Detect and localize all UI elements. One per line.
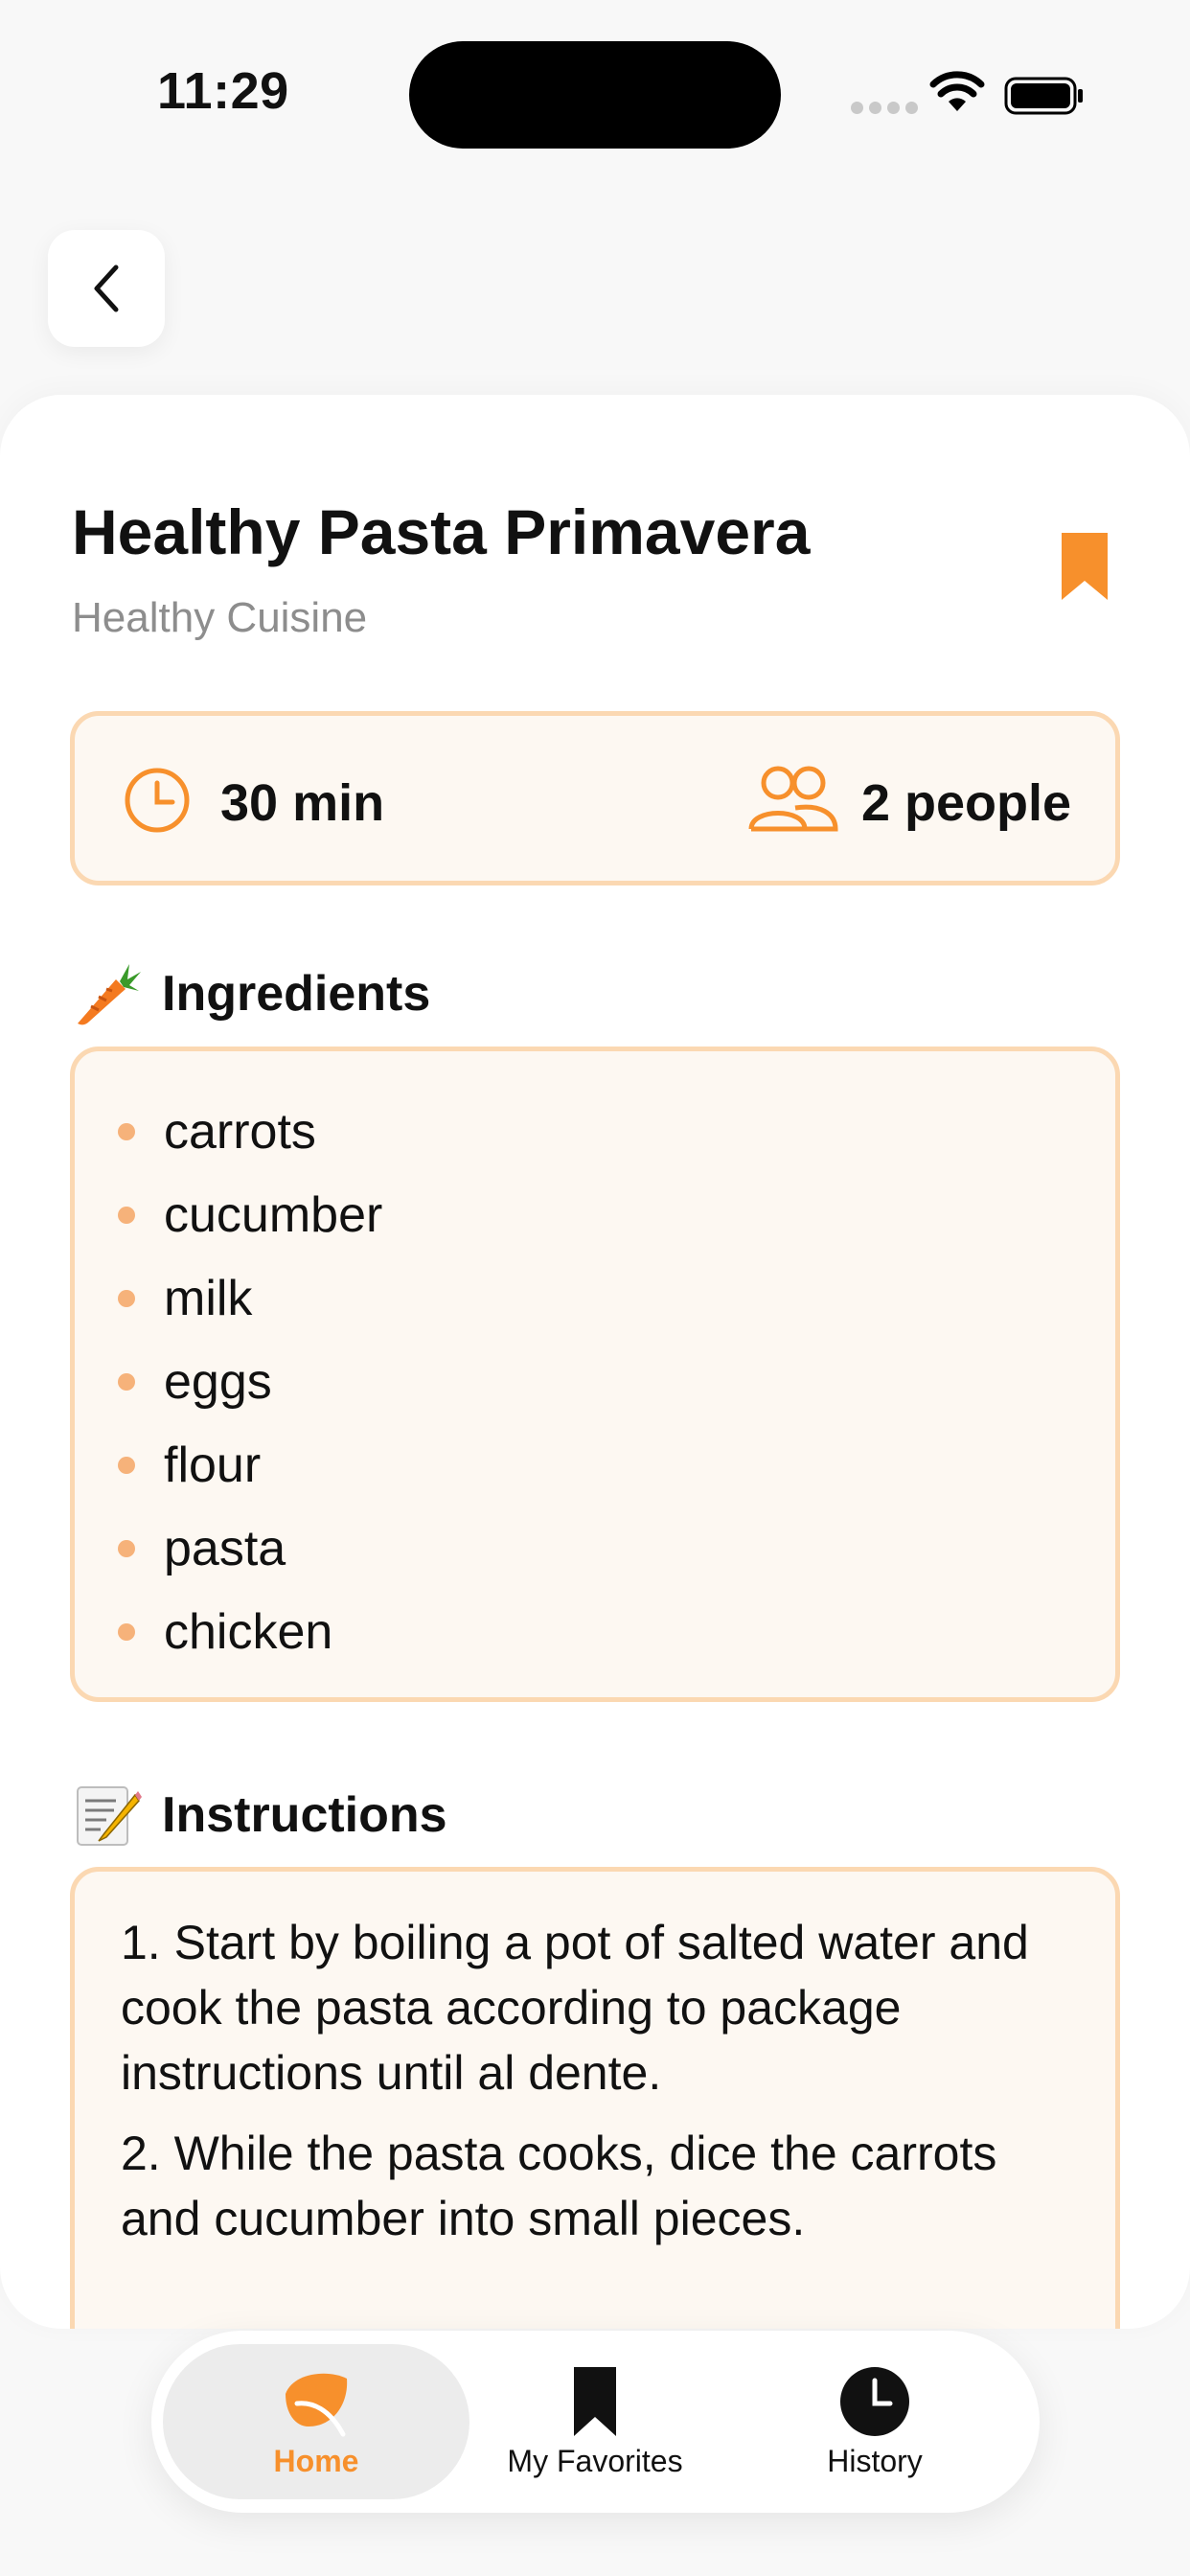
instruction-step: 1. Start by boiling a pot of salted wate… <box>121 1916 1029 2100</box>
bookmark-icon[interactable] <box>1054 529 1115 606</box>
instructions-list: 1. Start by boiling a pot of salted wate… <box>121 1910 1088 2266</box>
bullet-dot <box>118 1456 135 1474</box>
ingredients-box: carrots cucumber milk eggs flour pasta c… <box>70 1046 1120 1702</box>
bullet-dot <box>118 1122 135 1140</box>
recipe-cuisine: Healthy Cuisine <box>72 594 368 641</box>
tab-home[interactable]: Home <box>163 2344 469 2499</box>
instructions-heading: Instructions <box>72 1780 447 1851</box>
bullet-dot <box>118 1539 135 1557</box>
bottom-tab-bar: Home My Favorites History <box>151 2331 1040 2513</box>
instructions-box[interactable]: 1. Start by boiling a pot of salted wate… <box>70 1867 1120 2329</box>
servings: 2 people <box>860 774 1071 832</box>
ingredient-label: pasta <box>164 1520 286 1576</box>
ingredients-heading: Ingredients <box>72 958 430 1029</box>
tab-history[interactable]: History <box>721 2344 1028 2499</box>
clock-icon <box>840 2366 909 2436</box>
list-item: eggs <box>118 1340 382 1423</box>
bullet-dot <box>118 1289 135 1307</box>
carrot-emoji-icon <box>78 964 141 1025</box>
status-time: 11:29 <box>157 62 289 120</box>
people-icon <box>748 766 838 832</box>
battery-icon <box>1004 77 1083 115</box>
ingredient-label: chicken <box>164 1603 333 1660</box>
wifi-icon <box>929 71 985 111</box>
recipe-detail-screen: 11:29 Healthy Pasta Primavera Healthy Cu… <box>0 0 1190 2576</box>
tab-my-favorites[interactable]: My Favorites <box>442 2344 748 2499</box>
list-item: cucumber <box>118 1173 382 1256</box>
list-item: chicken <box>118 1590 382 1673</box>
bullet-dot <box>118 1372 135 1391</box>
clock-icon <box>125 768 190 833</box>
ingredient-label: milk <box>164 1270 253 1326</box>
bullet-dot <box>118 1622 135 1641</box>
ingredient-label: cucumber <box>164 1186 383 1243</box>
cellular-signal-icon <box>851 102 918 114</box>
instruction-step: 2. While the pasta cooks, dice the carro… <box>121 2127 997 2245</box>
list-item: flour <box>118 1423 382 1506</box>
chevron-left-icon <box>94 264 119 312</box>
list-item: milk <box>118 1256 382 1340</box>
recipe-title: Healthy Pasta Primavera <box>72 496 811 567</box>
tab-home-label: Home <box>273 2443 359 2478</box>
back-button[interactable] <box>48 230 165 347</box>
dynamic-island <box>409 41 781 149</box>
list-item: pasta <box>118 1506 382 1590</box>
list-item: carrots <box>118 1090 382 1173</box>
recipe-info-box: 30 min 2 people <box>70 711 1120 886</box>
tab-my-favorites-label: My Favorites <box>507 2443 683 2478</box>
ingredients-title: Ingredients <box>162 966 431 1022</box>
ingredient-label: carrots <box>164 1103 316 1160</box>
ingredient-label: eggs <box>164 1353 272 1410</box>
leaf-icon <box>286 2373 348 2436</box>
cook-time: 30 min <box>220 774 385 832</box>
bookmark-icon <box>574 2366 616 2436</box>
instructions-title: Instructions <box>162 1787 447 1843</box>
ingredient-label: flour <box>164 1437 262 1493</box>
ingredients-list: carrots cucumber milk eggs flour pasta c… <box>118 1090 382 1673</box>
memo-emoji-icon <box>77 1786 142 1846</box>
tab-history-label: History <box>827 2443 923 2478</box>
recipe-card: Healthy Pasta Primavera Healthy Cuisine … <box>0 395 1190 2329</box>
bullet-dot <box>118 1206 135 1224</box>
